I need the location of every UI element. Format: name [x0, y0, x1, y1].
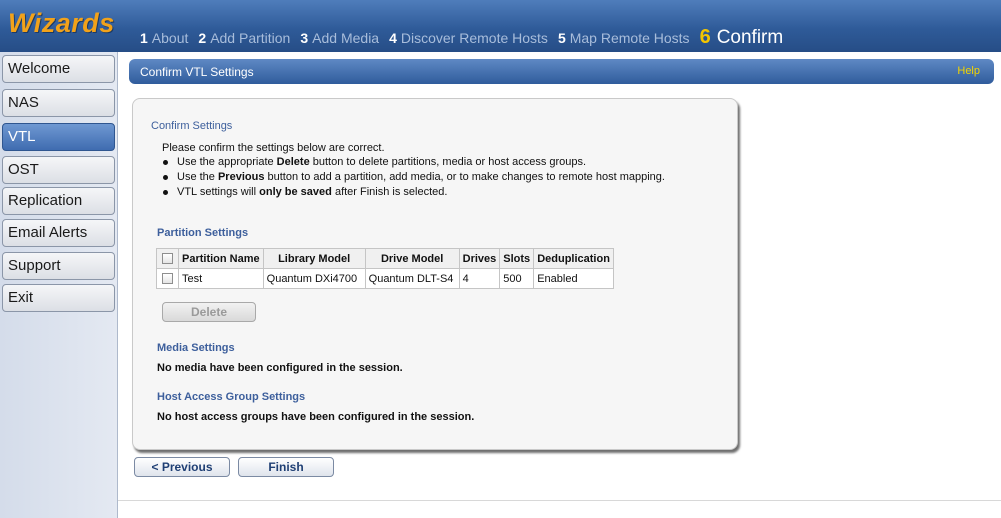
cell-drives: 4 [458, 268, 501, 289]
step-add-media[interactable]: 3 Add Media [300, 30, 379, 46]
column-header: Deduplication [533, 248, 614, 269]
bullet-item: VTL settings will only be saved after Fi… [160, 186, 665, 201]
previous-button[interactable]: < Previous [134, 457, 230, 477]
finish-button[interactable]: Finish [238, 457, 334, 477]
bullet-item: Use the appropriate Delete button to del… [160, 156, 665, 171]
bullet-item: Use the Previous button to add a partiti… [160, 171, 665, 186]
step-confirm[interactable]: 6 Confirm [700, 26, 784, 49]
panel-header: Confirm VTL Settings Help [129, 59, 994, 84]
step-label: Discover Remote Hosts [400, 30, 548, 46]
step-discover-remote-hosts[interactable]: 4 Discover Remote Hosts [389, 30, 548, 46]
sidebar-item-replication[interactable]: Replication [2, 187, 115, 215]
column-header: Drives [458, 248, 501, 269]
step-map-remote-hosts[interactable]: 5 Map Remote Hosts [558, 30, 690, 46]
column-header: Drive Model [364, 248, 460, 269]
column-header: Partition Name [178, 248, 264, 269]
cell-partition-name: Test [178, 268, 264, 289]
wizard-steps: 1 About 2 Add Partition 3 Add Media 4 Di… [140, 26, 793, 49]
sidebar-item-support[interactable]: Support [2, 252, 115, 280]
step-add-partition[interactable]: 2 Add Partition [198, 30, 290, 46]
partition-table: Partition Name Library Model Drive Model… [156, 248, 614, 289]
step-label: Map Remote Hosts [569, 30, 690, 46]
confirm-intro: Please confirm the settings below are co… [162, 142, 385, 154]
step-number: 5 [557, 30, 566, 46]
confirm-bullets: Use the appropriate Delete button to del… [160, 156, 665, 201]
table-header-row: Partition Name Library Model Drive Model… [156, 248, 614, 269]
host-access-message: No host access groups have been configur… [157, 411, 475, 423]
row-checkbox[interactable] [162, 273, 173, 285]
sidebar-item-ost[interactable]: OST [2, 156, 115, 184]
column-header: Library Model [262, 248, 366, 269]
select-all-cell [156, 248, 179, 269]
step-label: About [151, 30, 189, 46]
step-label: Confirm [716, 27, 784, 48]
step-number: 1 [140, 30, 148, 46]
panel-title: Confirm VTL Settings [140, 65, 254, 79]
step-about[interactable]: 1 About [140, 30, 188, 46]
sidebar-item-exit[interactable]: Exit [2, 284, 115, 312]
media-settings-title: Media Settings [157, 342, 235, 354]
media-message: No media have been configured in the ses… [157, 362, 403, 374]
sidebar-item-nas[interactable]: NAS [2, 89, 115, 117]
wizards-logo: Wizards [8, 8, 115, 38]
step-number: 4 [389, 30, 397, 46]
sidebar-item-email-alerts[interactable]: Email Alerts [2, 219, 115, 247]
host-access-title: Host Access Group Settings [157, 391, 306, 403]
table-row: Test Quantum DXi4700 Quantum DLT-S4 4 50… [156, 268, 614, 289]
step-label: Add Media [312, 30, 380, 46]
cell-slots: 500 [499, 268, 535, 289]
confirm-settings-title: Confirm Settings [151, 120, 233, 132]
wizard-header: Wizards 1 About 2 Add Partition 3 Add Me… [0, 0, 1001, 52]
sidebar-item-vtl[interactable]: VTL [2, 123, 115, 151]
row-select-cell [156, 268, 179, 289]
delete-button[interactable]: Delete [162, 302, 256, 322]
step-number: 3 [300, 30, 309, 46]
column-header: Slots [499, 248, 535, 269]
partition-settings-title: Partition Settings [157, 227, 249, 239]
select-all-checkbox[interactable] [162, 253, 173, 265]
sidebar-item-welcome[interactable]: Welcome [2, 55, 115, 83]
help-link[interactable]: Help [957, 65, 980, 77]
footer-divider [118, 500, 1001, 501]
cell-library-model: Quantum DXi4700 [262, 268, 366, 289]
cell-deduplication: Enabled [533, 268, 614, 289]
step-label: Add Partition [210, 30, 291, 46]
sidebar: Welcome NAS VTL OST Replication Email Al… [0, 52, 118, 518]
step-number: 2 [198, 30, 207, 46]
step-number: 6 [699, 26, 711, 48]
cell-drive-model: Quantum DLT-S4 [364, 268, 460, 289]
